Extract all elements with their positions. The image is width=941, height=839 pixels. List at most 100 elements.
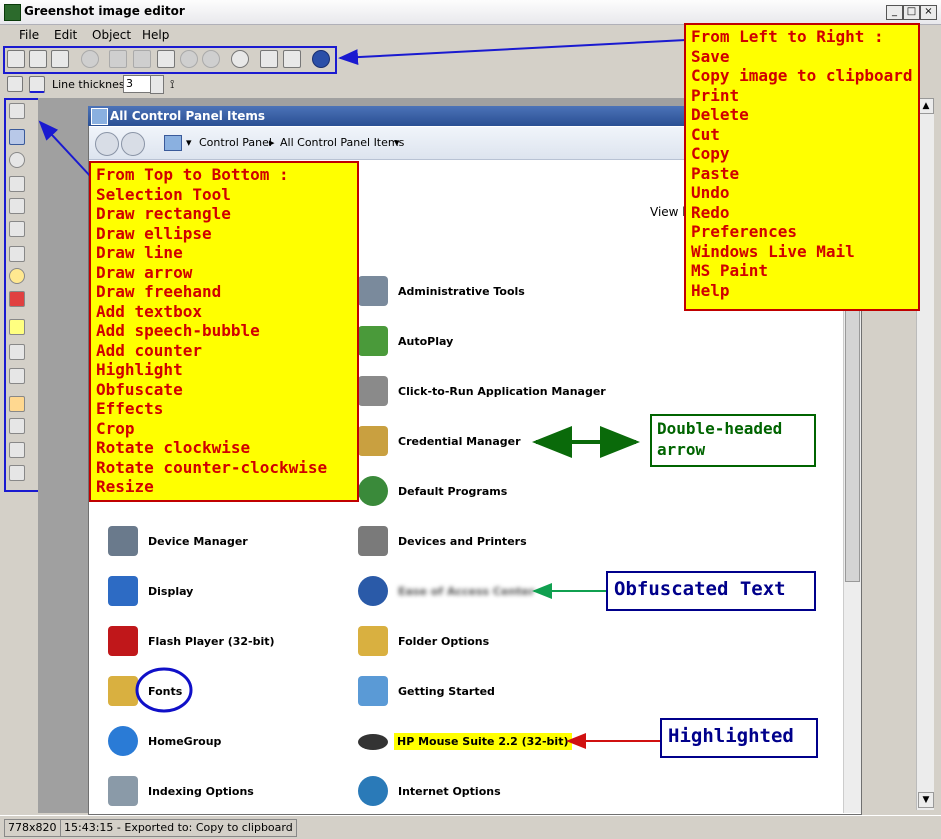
legend-item: Add speech-bubble [96,321,260,340]
back-icon [95,132,119,156]
legend-item: Draw freehand [96,282,222,301]
legend-item: Redo [691,202,730,222]
forward-icon [121,132,145,156]
device-manager-icon [108,526,138,556]
legend-item: Resize [96,477,154,496]
breadcrumb-all-items: All Control Panel Items [280,136,405,149]
legend-item: Save [691,46,730,66]
list-item-label: Display [148,585,194,598]
maximize-button[interactable]: □ [903,5,920,20]
list-item-label: Administrative Tools [398,285,525,298]
captured-scrollbar-thumb [845,300,860,582]
legend-item: Delete [691,105,749,124]
callout-line: arrow [657,440,706,459]
legend-item: Rotate counter-clockwise [96,457,328,477]
captured-window-title: All Control Panel Items [110,109,266,123]
legend-item: Obfuscate [96,379,183,399]
getting-started-icon [358,676,388,706]
autoplay-icon [358,326,388,356]
fonts-icon [108,676,138,706]
double-arrow-callout: Double-headed arrow [650,414,816,467]
legend-item: Copy image to clipboard [691,66,913,85]
list-item-label: Folder Options [398,635,490,648]
legend-item: Draw line [96,243,183,262]
line-thickness-stepper[interactable] [150,75,164,94]
line-thickness-label: Line thickness [52,78,131,91]
highlighted-callout: Highlighted [660,718,818,758]
legend-item: Undo [691,183,730,202]
legend-item: Cut [691,124,720,144]
legend-item: Help [691,280,730,300]
legend-item: Add counter [96,340,202,360]
menu-object[interactable]: Object [92,28,131,42]
mouse-icon [358,734,388,750]
greenshot-app-icon [4,4,21,21]
list-item-label: Flash Player (32-bit) [148,635,275,648]
list-item-label: HomeGroup [148,735,222,748]
breadcrumb-separator: ▸ [269,136,275,149]
scroll-down-icon[interactable]: ▼ [918,792,934,808]
status-bar: 778x820 15:43:15 - Exported to: Copy to … [0,815,941,839]
legend-item: Highlight [96,360,183,379]
list-item-label: Fonts [148,685,183,698]
homegroup-icon [108,726,138,756]
legend-item: Draw arrow [96,262,193,282]
flash-icon [108,626,138,656]
legend-item: Print [691,85,740,105]
list-item-label: Credential Manager [398,435,521,448]
list-item-label: Internet Options [398,785,501,798]
shadow-toggle-icon[interactable]: ⟟ [170,77,184,91]
line-thickness-input[interactable]: 3 [123,75,151,93]
legend-item: Preferences [691,222,797,241]
legend-item: Rotate clockwise [96,438,251,457]
control-panel-icon [164,135,182,151]
display-icon [108,576,138,606]
legend-item: Draw ellipse [96,223,212,243]
legend-heading: From Top to Bottom : [96,165,289,184]
internet-options-icon [358,776,388,806]
close-button[interactable]: × [920,5,937,20]
menu-help[interactable]: Help [142,28,169,42]
legend-item: Copy [691,144,730,163]
admin-tools-icon [358,276,388,306]
menu-edit[interactable]: Edit [54,28,77,42]
title-bar: Greenshot image editor _ □ × [0,0,941,25]
highlighted-label: HP Mouse Suite 2.2 (32-bit) [394,733,572,750]
toolbar-legend-box: From Left to Right : Save Copy image to … [684,23,920,311]
folder-icon [358,626,388,656]
scroll-up-icon[interactable]: ▲ [918,98,934,114]
click-to-run-icon [358,376,388,406]
breadcrumb-separator: ▾ [186,136,192,149]
obfuscated-label: Ease of Access Center [398,585,535,598]
legend-item: Effects [96,399,164,418]
control-panel-icon [91,108,108,125]
ease-of-access-icon [358,576,388,606]
legend-item: Add textbox [96,301,202,321]
legend-heading: From Left to Right : [691,27,884,46]
export-status: 15:43:15 - Exported to: Copy to clipboar… [60,819,297,837]
list-item-label: Getting Started [398,685,495,698]
legend-item: Paste [691,163,740,183]
window-title: Greenshot image editor [24,4,185,18]
left-tools-highlight-frame [4,98,42,492]
legend-item: MS Paint [691,261,769,280]
obfuscated-callout: Obfuscated Text [606,571,816,611]
list-item-label: AutoPlay [398,335,454,348]
callout-line: Double-headed [657,419,783,438]
printer-icon [358,526,388,556]
list-item-label: Indexing Options [148,785,254,798]
tools-legend-box: From Top to Bottom : Selection Tool Draw… [89,161,359,502]
list-item-label: Device Manager [148,535,248,548]
minimize-button[interactable]: _ [886,5,903,20]
legend-item: Selection Tool [96,184,231,204]
line-color-icon[interactable] [29,76,45,93]
fill-color-icon[interactable] [7,76,23,92]
breadcrumb-dropdown: ▾ [394,136,400,149]
menu-file[interactable]: File [19,28,39,42]
breadcrumb-control-panel: Control Panel [199,136,272,149]
legend-item: Draw rectangle [96,204,231,223]
legend-item: Windows Live Mail [691,241,855,261]
list-item-label: Default Programs [398,485,508,498]
list-item-label: Click-to-Run Application Manager [398,385,606,398]
credential-manager-icon [358,426,388,456]
